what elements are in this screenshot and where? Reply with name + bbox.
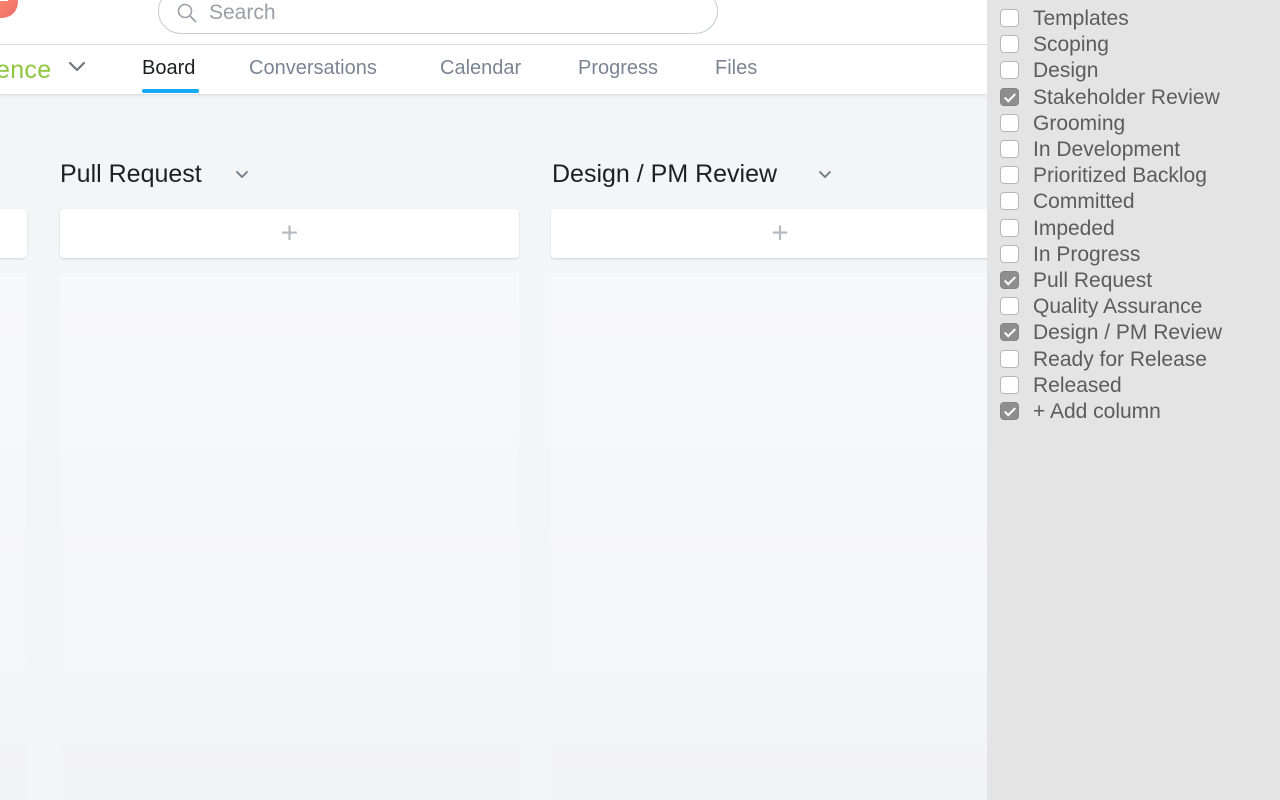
column-option[interactable]: Ready for Release [1000, 346, 1270, 372]
column-option-label: Stakeholder Review [1033, 85, 1220, 109]
checkbox-checked[interactable] [1000, 271, 1019, 289]
checkbox-checked[interactable] [1000, 402, 1019, 420]
checkbox[interactable] [1000, 35, 1019, 54]
checkbox-checked[interactable] [1000, 323, 1019, 342]
add-task-button[interactable] [0, 209, 27, 258]
column-option-label: Pull Request [1033, 269, 1153, 292]
checkbox[interactable] [1000, 218, 1019, 237]
column-option[interactable]: Released [1000, 372, 1270, 398]
column-option[interactable]: Design [1000, 57, 1270, 83]
search-input[interactable]: Search [158, 0, 718, 34]
checkbox[interactable] [1000, 140, 1019, 158]
checkbox[interactable] [1000, 375, 1019, 394]
column-picker-panel: Templates Scoping Design Stakeholder Review… [987, 0, 1280, 800]
column-option[interactable]: Prioritized Backlog [1000, 162, 1270, 188]
project-name[interactable]: ence [0, 56, 51, 85]
column-body [60, 273, 519, 800]
column-option-label: Ready for Release [1033, 347, 1207, 371]
search-icon [177, 3, 197, 23]
column-option[interactable]: Quality Assurance [1000, 293, 1270, 319]
column-option-label: Released [1033, 373, 1122, 397]
column-title[interactable]: Design / PM Review [552, 160, 777, 189]
column-option-label: Scoping [1033, 33, 1109, 57]
column-option[interactable]: Grooming [1000, 110, 1270, 136]
chevron-down-icon[interactable] [818, 170, 832, 180]
column-option-label: Impeded [1033, 216, 1115, 240]
checkbox[interactable] [1000, 244, 1019, 263]
tab-calendar[interactable]: Calendar [440, 57, 521, 80]
active-tab-indicator [142, 89, 199, 93]
checkbox-checked[interactable] [1000, 87, 1019, 106]
column-option[interactable]: Design / PM Review [1000, 319, 1270, 345]
column-option[interactable]: Committed [1000, 188, 1270, 214]
chevron-down-icon[interactable] [235, 170, 249, 180]
tab-bar: ence Board Conversations Calendar Progre… [0, 45, 987, 95]
plus-icon: + [771, 215, 789, 249]
column-option[interactable]: Templates [1000, 5, 1270, 31]
column-option[interactable]: In Development [1000, 136, 1270, 162]
column-option[interactable]: Stakeholder Review [1000, 84, 1270, 110]
search-placeholder: Search [209, 1, 276, 24]
column-body [551, 273, 987, 800]
tab-conversations[interactable]: Conversations [249, 57, 377, 80]
tab-progress[interactable]: Progress [578, 57, 658, 80]
checkbox[interactable] [1000, 113, 1019, 132]
column-option[interactable]: + Add column [1000, 398, 1270, 424]
column-option-label: Grooming [1033, 111, 1126, 135]
column-option-label: In Development [1033, 138, 1181, 161]
avatar[interactable] [0, 0, 18, 18]
column-option[interactable]: In Progress [1000, 241, 1270, 267]
column-option-label: Prioritized Backlog [1033, 164, 1207, 188]
checkbox[interactable] [1000, 9, 1019, 27]
column-option[interactable]: Pull Request [1000, 267, 1270, 293]
plus-icon: + [280, 215, 299, 249]
column-option-label: In Progress [1033, 242, 1141, 266]
tab-files[interactable]: Files [715, 57, 757, 80]
column-option-label: Quality Assurance [1033, 295, 1203, 319]
column-body [0, 273, 27, 800]
tab-board[interactable]: Board [142, 57, 195, 80]
column-option[interactable]: Scoping [1000, 31, 1270, 57]
add-task-button[interactable]: + [551, 209, 991, 258]
checkbox[interactable] [1000, 166, 1019, 185]
chevron-down-icon[interactable] [66, 59, 88, 75]
column-option-label: Committed [1033, 190, 1135, 214]
add-task-button[interactable]: + [60, 209, 519, 258]
checkbox[interactable] [1000, 349, 1019, 368]
column-option-label: + Add column [1033, 400, 1161, 423]
column-option-label: Design / PM Review [1033, 321, 1223, 345]
column-option[interactable]: Impeded [1000, 215, 1270, 241]
column-option-label: Templates [1033, 7, 1129, 30]
top-bar: Search [0, 0, 987, 45]
checkbox[interactable] [1000, 61, 1019, 80]
checkbox[interactable] [1000, 297, 1019, 316]
column-title[interactable]: Pull Request [60, 160, 202, 189]
checkbox[interactable] [1000, 192, 1019, 211]
column-option-label: Design [1033, 59, 1099, 83]
